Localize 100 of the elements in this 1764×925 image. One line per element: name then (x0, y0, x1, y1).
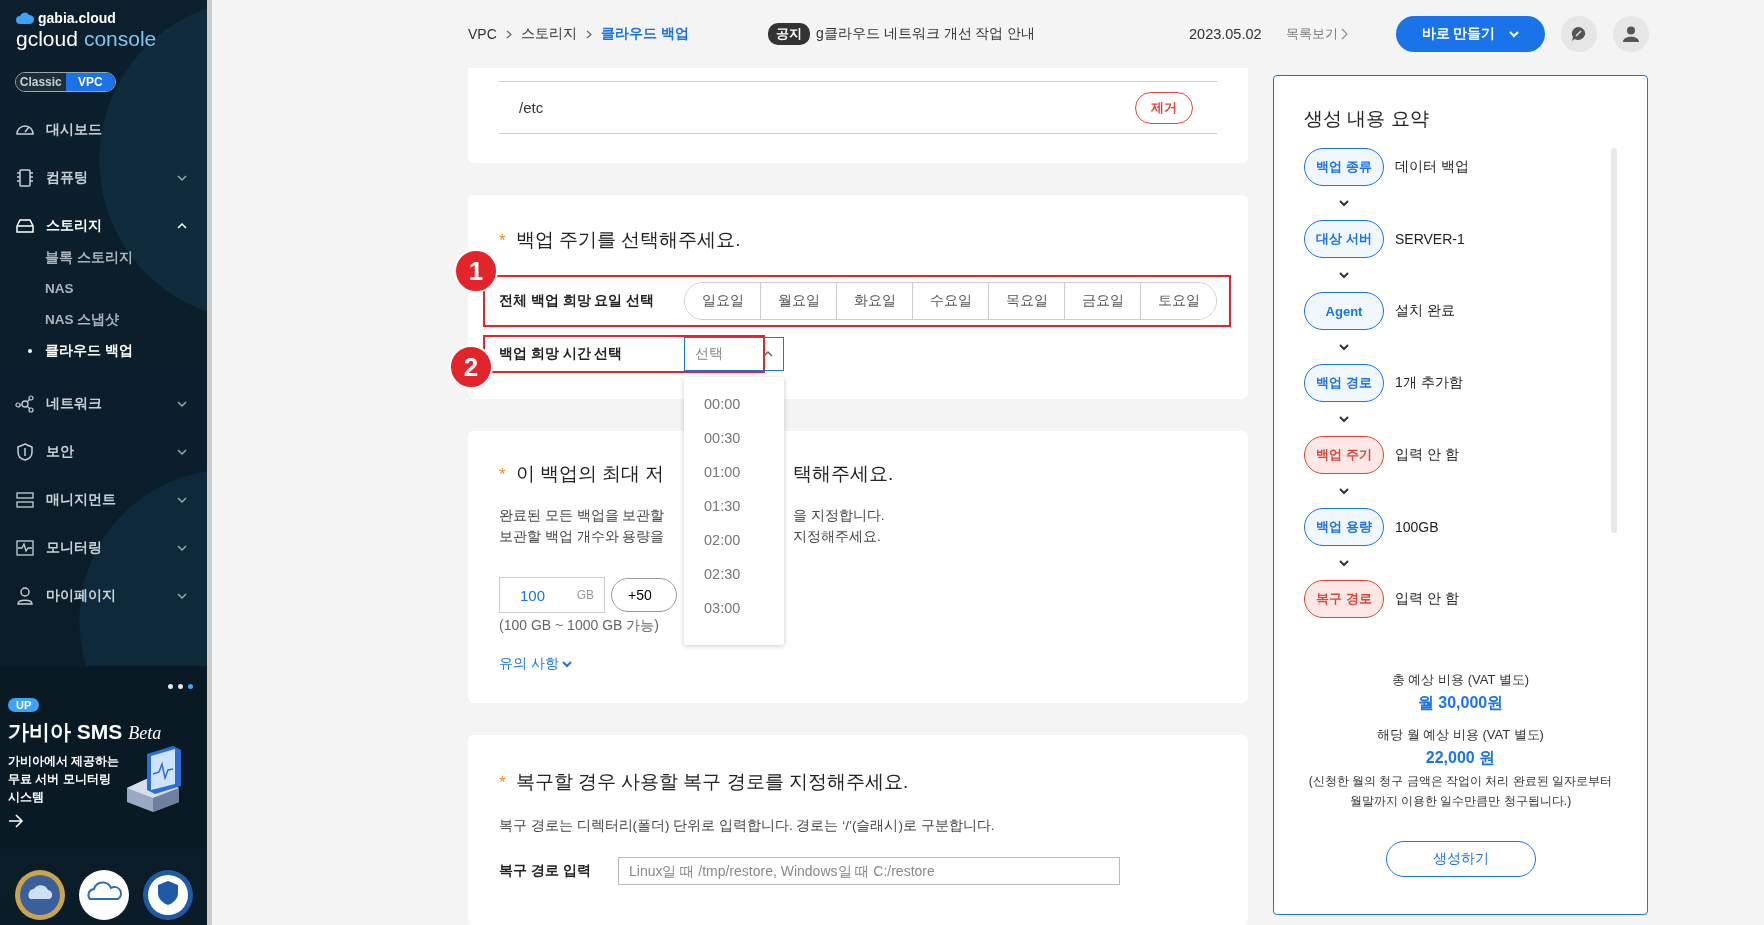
account-button[interactable] (1613, 16, 1649, 52)
increment-button[interactable]: +50 (611, 578, 677, 612)
step-tag: Agent (1304, 292, 1384, 330)
drive-icon (15, 216, 35, 236)
create-button[interactable]: 생성하기 (1385, 841, 1536, 877)
server-icon (15, 490, 35, 510)
up-badge: UP (8, 698, 40, 712)
notice-badge: 공지 (768, 23, 810, 45)
dropdown-option[interactable]: 00:30 (684, 421, 784, 455)
product-name: gcloud (16, 27, 78, 51)
mode-option[interactable]: VPC (65, 73, 115, 91)
section-title: 택해주세요. (793, 462, 895, 486)
notice-link[interactable]: g클라우드 네트워크 개선 작업 안내 (816, 25, 1036, 43)
dropdown-option[interactable]: 02:00 (684, 523, 784, 557)
submenu-item[interactable]: 클라우드 백업 (0, 335, 207, 366)
remove-button[interactable]: 제거 (1135, 91, 1193, 124)
mode-option[interactable]: Classic (16, 73, 66, 91)
collapse-icon (763, 350, 773, 358)
promo-banner[interactable]: UP 가비아 SMS Beta 가비아에서 제공하는 무료 서버 모니터링 시스템 (0, 666, 207, 849)
menu-item[interactable]: 네트워크 (0, 380, 207, 428)
chevron-right-icon (505, 29, 512, 39)
bullet-icon (28, 349, 32, 353)
step-tag: 백업 경로 (1304, 364, 1384, 402)
day-toggle[interactable]: 토요일 (1140, 283, 1216, 319)
time-select[interactable]: 선택 (684, 337, 784, 371)
speech-bubble-icon (1570, 25, 1588, 43)
description-text: 복구 경로는 디렉터리(폴더) 단위로 입력합니다. 경로는 ‘/’(슬래시)로 구분합니다. (499, 817, 996, 835)
field-label: 백업 희망 시간 선택 (499, 345, 624, 363)
menu-item[interactable]: 모니터링 (0, 524, 207, 572)
chevron-right-icon (585, 29, 592, 39)
field-label: 복구 경로 입력 (499, 862, 592, 880)
dropdown-option[interactable]: 02:30 (684, 557, 784, 591)
shield-icon (15, 442, 35, 462)
step-tag: 백업 용량 (1304, 508, 1384, 546)
product-suffix: console (83, 27, 157, 51)
panel-title: 생성 내용 요약 (1304, 107, 1430, 131)
submenu-item[interactable]: NAS 스냅샷 (0, 304, 207, 335)
step-value: 100GB (1395, 519, 1439, 535)
brand-name: gabia.cloud (38, 10, 116, 26)
step-value: 데이터 백업 (1395, 158, 1469, 176)
step-value: 1개 추가함 (1395, 374, 1463, 392)
section-title: 복구할 경우 사용할 복구 경로를 지정해주세요. (515, 770, 909, 794)
chevron-down-icon (1339, 271, 1349, 279)
step-value: 입력 안 함 (1395, 446, 1459, 464)
capacity-field[interactable]: 100 GB (499, 577, 605, 613)
slide-dot[interactable] (178, 684, 183, 689)
menu-item[interactable]: 대시보드 (0, 106, 207, 154)
scrollbar[interactable] (207, 0, 212, 925)
step-value: 입력 안 함 (1395, 590, 1459, 608)
menu-item[interactable]: 컴퓨팅 (0, 154, 207, 202)
cloud-icon (16, 12, 34, 24)
expand-icon (561, 660, 572, 668)
step-number-badge: 1 (454, 249, 498, 293)
create-button[interactable]: 바로 만들기 (1396, 16, 1545, 52)
network-icon (15, 394, 35, 414)
slide-dot[interactable] (188, 684, 193, 689)
dropdown-option[interactable]: 01:00 (684, 455, 784, 489)
caret-icon (1509, 30, 1520, 38)
step-value: SERVER-1 (1395, 231, 1465, 247)
restore-path-field[interactable]: Linux일 때 /tmp/restore, Windows일 때 C:/restore (618, 857, 1120, 885)
cloud-seal-icon (78, 869, 130, 921)
breadcrumb-link[interactable]: 클라우드 백업 (600, 25, 689, 43)
step-number-badge: 2 (449, 345, 493, 389)
menu-item[interactable]: 매니지먼트 (0, 476, 207, 524)
notice-date: 2023.05.02 (1189, 26, 1263, 42)
banner-text: 가비아에서 제공하는 무료 서버 모니터링 시스템 (8, 753, 120, 806)
step-tag: 복구 경로 (1304, 580, 1384, 618)
description-text: 보관할 백업 개수와 용량을 (499, 528, 665, 546)
dropdown-option[interactable]: 01:30 (684, 489, 784, 523)
description-text: 지정해주세요. (793, 528, 882, 546)
description-text: 을 지정합니다. (793, 507, 886, 525)
shield-seal-icon (142, 869, 194, 921)
list-link[interactable]: 목록보기 (1286, 25, 1396, 43)
beta-label: Beta (128, 723, 162, 744)
chat-button[interactable] (1561, 16, 1597, 52)
notes-link[interactable]: 유의 사항 (499, 655, 572, 673)
dropdown-option[interactable]: 03:00 (684, 591, 784, 625)
slide-dot[interactable] (168, 684, 173, 689)
section-title: 백업 주기를 선택해주세요. (515, 228, 741, 252)
menu-item[interactable]: 보안 (0, 428, 207, 476)
section-title: 이 백업의 최대 저 (515, 462, 665, 486)
cost-label: 총 예상 비용 (VAT 별도) (1391, 671, 1530, 689)
required-mark: * (499, 465, 506, 485)
cost-label: 해당 월 예상 비용 (VAT 별도) (1377, 726, 1544, 744)
dropdown-option[interactable]: 00:00 (684, 387, 784, 421)
cost-value: 월 30,000원 (1417, 693, 1504, 713)
banner-title: 가비아 SMS (8, 719, 123, 745)
range-note: (100 GB ~ 1000 GB 가능) (499, 617, 660, 635)
billing-note: (신청한 월의 청구 금액은 작업이 처리 완료된 일자로부터 월말까지 이용한 일수만큼만 청구됩니다.) (1308, 773, 1613, 810)
menu-item[interactable]: 마이페이지 (0, 572, 207, 620)
breadcrumb-link[interactable]: VPC (468, 26, 497, 42)
step-tag: 백업 주기 (1304, 436, 1384, 474)
submenu-item[interactable]: NAS (0, 273, 207, 304)
medal-icon (14, 869, 66, 921)
step-tag: 백업 종류 (1304, 148, 1384, 186)
breadcrumb-link[interactable]: 스토리지 (520, 25, 577, 43)
arrow-right-icon[interactable] (8, 814, 24, 828)
chevron-right-icon (1341, 28, 1348, 40)
step-tag: 대상 서버 (1304, 220, 1384, 258)
description-text: 완료된 모든 백업을 보관할 (499, 507, 665, 525)
